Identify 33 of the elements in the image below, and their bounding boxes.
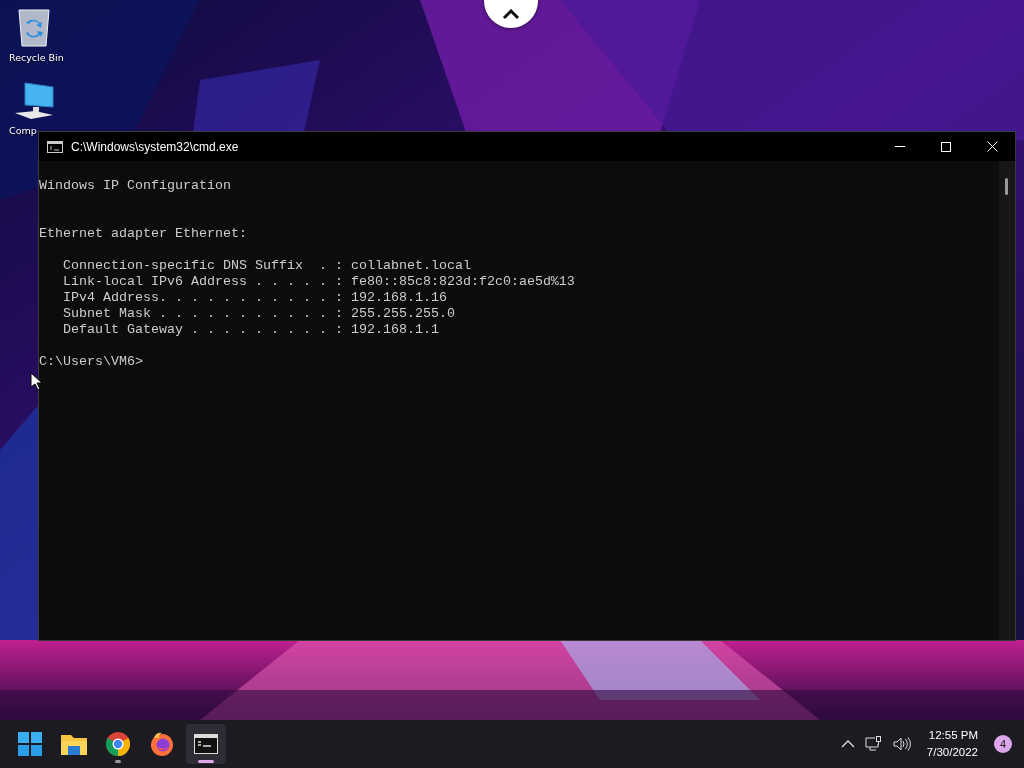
chevron-up-icon: [502, 9, 520, 20]
clock-time: 12:55 PM: [928, 728, 978, 743]
scrollbar[interactable]: [999, 161, 1015, 640]
clock[interactable]: 12:55 PM 7/30/2022: [920, 727, 984, 761]
console-line: Ethernet adapter Ethernet:: [39, 226, 248, 242]
folder-icon: [61, 733, 87, 755]
network-icon[interactable]: [864, 736, 883, 752]
console-line: IPv4 Address. . . . . . . . . . . : 192.168.1.16: [62, 290, 448, 306]
close-icon: [986, 141, 998, 152]
chevron-up-icon[interactable]: [840, 740, 855, 748]
console-line: Subnet Mask . . . . . . . . . . . : 255.255.255.0: [62, 306, 456, 322]
firefox-icon: [150, 732, 174, 756]
volume-icon[interactable]: [892, 737, 911, 751]
desktop-icon-label[interactable]: Comp: [9, 125, 37, 136]
desktop-icon-label[interactable]: Recycle Bin: [9, 52, 64, 63]
terminal-icon: [194, 734, 218, 754]
minimize-icon: [895, 146, 905, 147]
maximize-icon: [941, 141, 951, 152]
console-icon: [47, 140, 63, 153]
console-line: C:\Users\VM6>: [39, 354, 144, 370]
clock-date: 7/30/2022: [926, 745, 978, 760]
console-line: Default Gateway . . . . . . . . . : 192.168.1.1: [62, 322, 440, 338]
recycle-bin-icon[interactable]: [16, 6, 52, 48]
computer-icon[interactable]: [13, 81, 55, 121]
console-line: Link-local IPv6 Address . . . . . : fe80::85c8:823d:f2c0:ae5d%13: [62, 274, 576, 290]
notification-badge[interactable]: 4: [994, 735, 1012, 753]
taskbar-app[interactable]: [186, 724, 226, 764]
scroll-thumb[interactable]: [1005, 178, 1008, 195]
console-line: Windows IP Configuration: [39, 178, 232, 194]
console-line: Connection-specific DNS Suffix . : collabnet.local: [62, 258, 472, 274]
window-title: C:\Windows\system32\cmd.exe: [71, 139, 239, 154]
start-icon: [18, 732, 42, 756]
chrome-icon: [106, 732, 130, 756]
